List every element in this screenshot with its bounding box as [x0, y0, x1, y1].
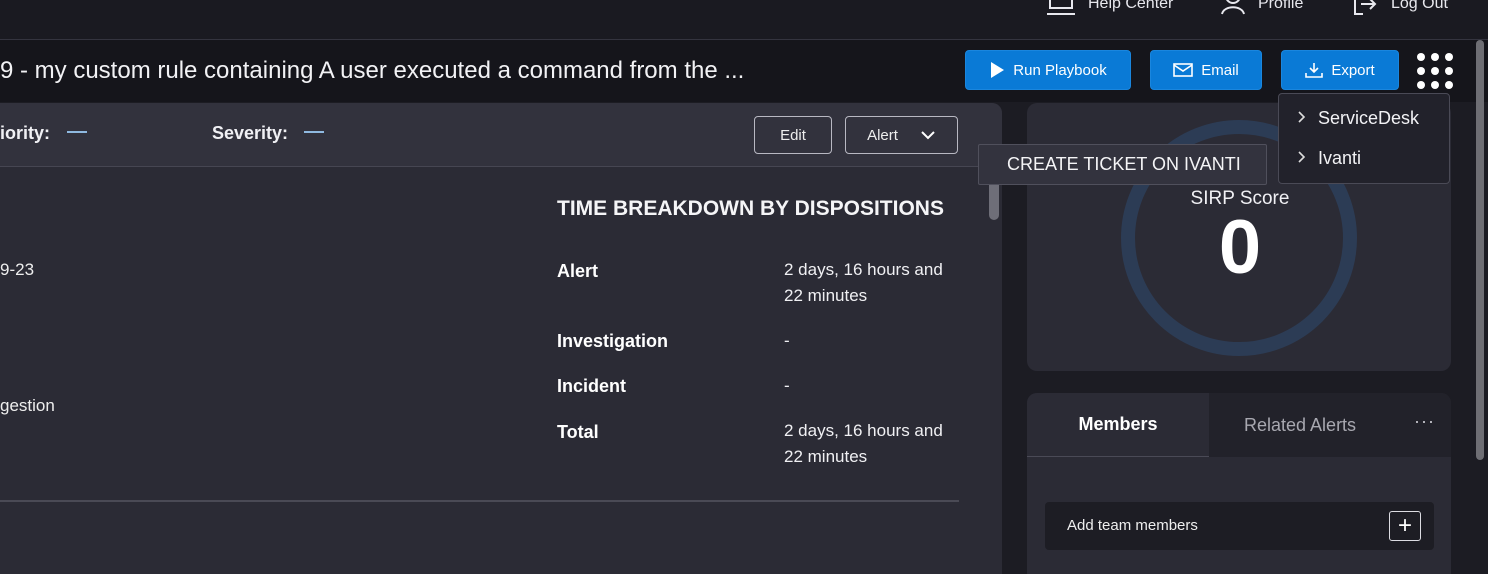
logout-link[interactable]: Log Out [1353, 0, 1448, 16]
export-option-ivanti-label: Ivanti [1318, 148, 1362, 168]
logout-icon [1354, 0, 1377, 15]
tab-members-label: Members [1078, 414, 1158, 434]
severity-label: Severity: [212, 123, 289, 143]
tab-related-alerts-label: Related Alerts [1244, 415, 1357, 435]
help-center-link[interactable]: Help Center [1046, 0, 1173, 16]
left-field-value-2: gestion [0, 396, 55, 415]
alert-select-label: Alert [867, 126, 898, 144]
tab-related-alerts[interactable]: Related Alerts ··· [1209, 393, 1451, 457]
add-team-members-label: Add team members [1067, 517, 1198, 534]
chevron-right-icon [1297, 150, 1306, 167]
chevron-down-icon [921, 131, 935, 140]
priority-label: iority: [0, 123, 51, 143]
export-button[interactable]: Export [1281, 50, 1399, 90]
help-center-icon [1047, 0, 1075, 15]
apps-grid-icon[interactable] [1417, 53, 1453, 89]
section-divider [0, 500, 959, 502]
add-member-button[interactable]: + [1389, 511, 1421, 541]
email-label: Email [1201, 61, 1239, 79]
export-dropdown: ServiceDesk Ivanti [1278, 93, 1450, 184]
help-center-label: Help Center [1088, 0, 1174, 12]
profile-label: Profile [1258, 0, 1304, 12]
time-breakdown-title: TIME BREAKDOWN BY DISPOSITIONS [557, 197, 944, 220]
sirp-score-value: 0 [1218, 205, 1262, 290]
priority-value [67, 131, 87, 133]
tab-members[interactable]: Members [1027, 393, 1209, 457]
mail-icon [1173, 63, 1194, 77]
play-icon [991, 62, 1005, 78]
severity-value [304, 131, 324, 133]
create-ticket-ivanti-option[interactable]: CREATE TICKET ON IVANTI [978, 144, 1267, 185]
add-team-members-row: Add team members + [1045, 502, 1434, 550]
logout-label: Log Out [1391, 0, 1448, 12]
download-icon [1305, 63, 1324, 78]
breakdown-value-incident: - [784, 376, 790, 395]
breakdown-value-alert: 2 days, 16 hours and 22 minutes [784, 260, 943, 305]
left-field-value-1: 9-23 [0, 260, 35, 279]
export-option-ivanti[interactable]: Ivanti [1297, 148, 1361, 169]
edit-button[interactable]: Edit [754, 116, 832, 154]
export-option-servicedesk[interactable]: ServiceDesk [1297, 108, 1419, 129]
profile-icon [1221, 0, 1245, 15]
breakdown-value-total: 2 days, 16 hours and 22 minutes [784, 421, 943, 466]
plus-icon: + [1397, 512, 1412, 539]
edit-label: Edit [780, 126, 806, 144]
breakdown-label-incident: Incident [557, 376, 627, 396]
email-button[interactable]: Email [1150, 50, 1262, 90]
export-label: Export [1331, 61, 1375, 79]
profile-link[interactable]: Profile [1220, 0, 1303, 16]
page-title: 9 - my custom rule containing A user exe… [0, 57, 745, 84]
more-tabs-icon[interactable]: ··· [1414, 411, 1435, 432]
run-playbook-label: Run Playbook [1013, 61, 1107, 79]
alert-select[interactable]: Alert [845, 116, 958, 154]
breakdown-value-investigation: - [784, 331, 790, 350]
breakdown-label-total: Total [557, 422, 599, 442]
breakdown-label-investigation: Investigation [557, 331, 669, 351]
breakdown-label-alert: Alert [557, 261, 599, 281]
create-ticket-ivanti-label: CREATE TICKET ON IVANTI [1007, 154, 1241, 174]
chevron-right-icon [1297, 110, 1306, 127]
export-option-servicedesk-label: ServiceDesk [1318, 108, 1420, 128]
run-playbook-button[interactable]: Run Playbook [965, 50, 1131, 90]
page-scrollbar[interactable] [1476, 40, 1484, 460]
